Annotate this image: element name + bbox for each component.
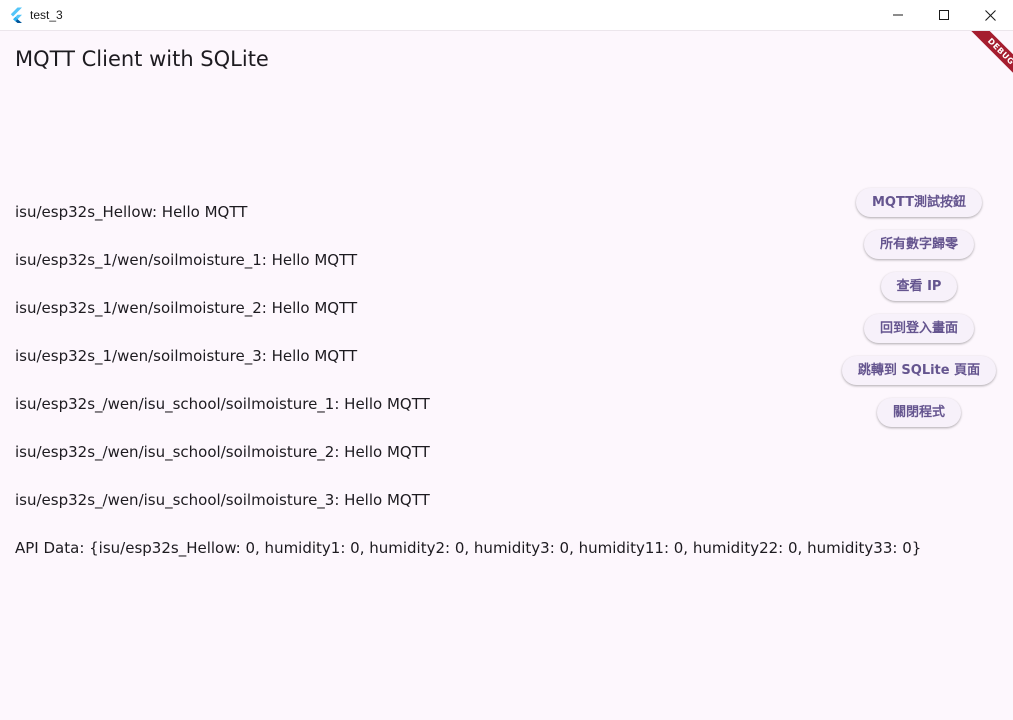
action-button-column: MQTT測試按鈕 所有數字歸零 查看 IP 回到登入畫面 跳轉到 SQLite … [835, 188, 1003, 440]
api-data-line: API Data: {isu/esp32s_Hellow: 0, humidit… [15, 539, 922, 557]
debug-banner: DEBUG [953, 31, 1013, 91]
maximize-button[interactable] [921, 0, 967, 30]
close-window-button[interactable] [967, 0, 1013, 30]
mqtt-test-button[interactable]: MQTT測試按鈕 [855, 188, 983, 217]
message-line: isu/esp32s_1/wen/soilmoisture_1: Hello M… [15, 251, 358, 269]
message-line: isu/esp32s_/wen/isu_school/soilmoisture_… [15, 491, 430, 509]
window-title: test_3 [30, 8, 63, 22]
app-window: test_3 DEBUG MQTT Client with SQLite isu… [0, 0, 1013, 720]
app-bar-title: MQTT Client with SQLite [15, 47, 269, 71]
message-line: isu/esp32s_Hellow: Hello MQTT [15, 203, 248, 221]
reset-numbers-button[interactable]: 所有數字歸零 [863, 230, 974, 259]
minimize-icon [893, 14, 903, 16]
message-line: isu/esp32s_1/wen/soilmoisture_3: Hello M… [15, 347, 358, 365]
window-titlebar[interactable]: test_3 [0, 0, 1013, 31]
message-list: isu/esp32s_Hellow: Hello MQTT isu/esp32s… [15, 202, 935, 586]
message-line: isu/esp32s_/wen/isu_school/soilmoisture_… [15, 395, 430, 413]
close-icon [984, 9, 996, 21]
view-ip-button[interactable]: 查看 IP [880, 272, 958, 301]
message-line: isu/esp32s_/wen/isu_school/soilmoisture_… [15, 443, 430, 461]
message-line: isu/esp32s_1/wen/soilmoisture_2: Hello M… [15, 299, 358, 317]
debug-ribbon-label: DEBUG [965, 31, 1013, 88]
back-to-login-button[interactable]: 回到登入畫面 [863, 314, 974, 343]
minimize-button[interactable] [875, 0, 921, 30]
go-sqlite-page-button[interactable]: 跳轉到 SQLite 頁面 [841, 356, 997, 385]
close-app-button[interactable]: 關閉程式 [876, 398, 961, 427]
maximize-icon [939, 10, 949, 20]
flutter-logo-icon [10, 7, 22, 23]
